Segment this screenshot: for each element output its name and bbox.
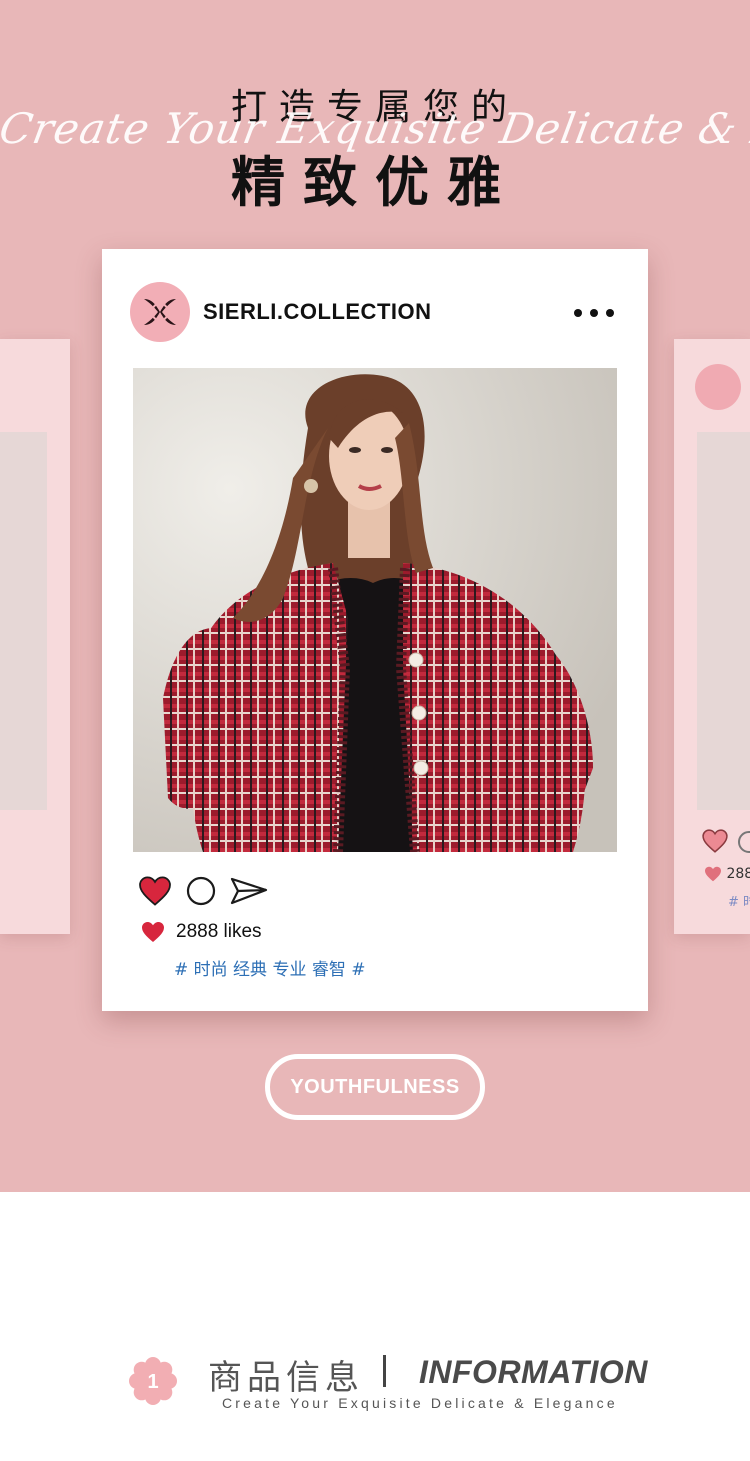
side-card-right[interactable]: 288 # 时 <box>674 339 750 934</box>
flower-badge-icon: 1 <box>129 1357 177 1405</box>
hero-title-line2: 精致优雅 <box>231 151 519 214</box>
info-divider <box>383 1355 386 1387</box>
badge-number: 1 <box>147 1371 158 1393</box>
share-icon[interactable] <box>230 876 268 906</box>
info-subtitle: Create Your Exquisite Delicate & Eleganc… <box>222 1395 618 1411</box>
side-likes-count: 288 <box>726 866 750 882</box>
likes-row: 2888 likes <box>141 921 262 943</box>
likes-count[interactable]: 2888 likes <box>176 921 262 943</box>
account-name[interactable]: SIERLI.COLLECTION <box>203 299 432 325</box>
post-photo[interactable] <box>133 368 617 852</box>
like-heart-icon[interactable] <box>138 876 172 906</box>
info-title-cn: 商品信息 <box>208 1358 364 1398</box>
side-card-left[interactable] <box>0 339 70 934</box>
side-card-right-photo <box>697 432 750 810</box>
side-tags: # 时 <box>728 895 750 910</box>
info-title-en: INFORMATION <box>419 1354 648 1390</box>
fashion-photo <box>133 368 617 852</box>
more-dots-icon[interactable] <box>574 301 614 325</box>
post-actions <box>138 874 268 908</box>
side-like-heart-icon <box>702 829 728 853</box>
sierli-logo-icon[interactable] <box>130 282 190 342</box>
post-tags[interactable]: # 时尚 经典 专业 睿智 # <box>174 955 366 980</box>
comment-icon[interactable] <box>186 876 216 906</box>
side-card-left-photo <box>0 432 47 810</box>
side-likes-heart-icon <box>705 866 721 882</box>
side-card-avatar <box>695 364 741 410</box>
likes-heart-icon <box>142 922 164 942</box>
hero-section: 打造专属您的 Create Your Exquisite Delicate & … <box>0 0 750 1192</box>
post-card: SIERLI.COLLECTION 2888 likes # 时尚 经典 专业 … <box>102 249 648 1011</box>
youthfulness-button[interactable]: YOUTHFULNESS <box>265 1054 485 1120</box>
side-likes-text: 288 <box>704 866 750 882</box>
side-comment-icon <box>738 831 750 853</box>
